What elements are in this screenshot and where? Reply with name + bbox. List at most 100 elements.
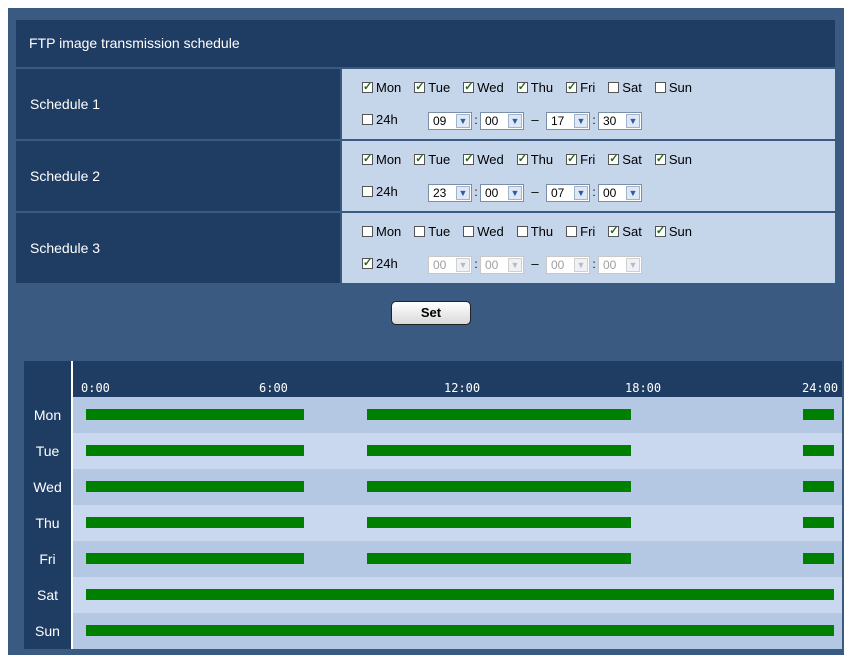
- day-checkbox-wed[interactable]: Wed: [463, 152, 504, 167]
- schedule-bar: [802, 409, 834, 420]
- checkbox[interactable]: [566, 152, 578, 165]
- day-checkbox-sat[interactable]: Sat: [608, 152, 642, 167]
- day-checkbox-thu[interactable]: Thu: [516, 224, 553, 239]
- day-checkbox-thu[interactable]: Thu: [516, 80, 553, 95]
- end-hour-select[interactable]: 07 ▼: [546, 184, 590, 202]
- day-checkbox-tue[interactable]: Tue: [414, 224, 450, 239]
- chevron-down-icon: ▼: [574, 258, 588, 272]
- end-hour-select[interactable]: 17 ▼: [546, 112, 590, 130]
- start-hour-select[interactable]: 23 ▼: [428, 184, 472, 202]
- schedule-timeline: 0:00 6:00 12:00 18:00 24:00 Mon Tue Wed Thu Fri S…: [24, 361, 842, 649]
- day-checkbox-tue[interactable]: Tue: [414, 80, 450, 95]
- timeline-tick-label: 0:00: [81, 381, 110, 395]
- end-minute-select[interactable]: 30 ▼: [598, 112, 642, 130]
- all-day-checkbox[interactable]: 24h: [362, 184, 428, 199]
- checkbox[interactable]: [608, 224, 620, 237]
- set-button[interactable]: Set: [391, 301, 471, 325]
- checkbox[interactable]: [654, 224, 666, 237]
- schedule-bar: [86, 553, 305, 564]
- timeline-tick-label: 18:00: [625, 381, 662, 395]
- checkbox[interactable]: [654, 152, 666, 165]
- schedule-bar: [366, 517, 632, 528]
- all-day-label: 24h: [376, 256, 398, 272]
- chevron-down-icon: ▼: [456, 258, 470, 272]
- all-day-checkbox[interactable]: 24h: [362, 112, 428, 127]
- all-day-label: 24h: [376, 184, 398, 200]
- schedule-bar: [366, 553, 632, 564]
- time-dash: –: [531, 256, 539, 272]
- schedule-bar: [86, 445, 305, 456]
- select-value: 00: [433, 258, 447, 272]
- checkbox[interactable]: [516, 80, 528, 93]
- schedule-bar: [86, 625, 834, 636]
- schedule-bar: [86, 409, 305, 420]
- timeline-tick-label: 24:00: [802, 381, 839, 395]
- checkbox[interactable]: [516, 226, 528, 237]
- timeline-header: [24, 361, 842, 397]
- checkbox[interactable]: [414, 152, 426, 165]
- timeline-tick-label: 12:00: [444, 381, 481, 395]
- checkbox[interactable]: [516, 152, 528, 165]
- day-checkbox-sun[interactable]: Sun: [654, 80, 692, 95]
- checkbox[interactable]: [566, 80, 578, 93]
- day-checkbox-sun[interactable]: Sun: [654, 152, 692, 167]
- day-checkbox-mon[interactable]: Mon: [362, 80, 401, 95]
- checkbox[interactable]: [463, 226, 475, 237]
- day-checkbox-sat[interactable]: Sat: [608, 224, 642, 239]
- checkbox[interactable]: [608, 152, 620, 165]
- day-checkbox-thu[interactable]: Thu: [516, 152, 554, 167]
- chevron-down-icon: ▼: [626, 258, 640, 272]
- day-checkbox-mon[interactable]: Mon: [362, 152, 401, 167]
- checkbox[interactable]: [414, 226, 426, 237]
- checkbox[interactable]: [362, 256, 373, 270]
- all-day-checkbox[interactable]: 24h: [362, 256, 428, 271]
- weekday-checkboxes: Mon Tue Wed Thu Fri Sat Sun: [362, 224, 705, 239]
- checkbox[interactable]: [362, 152, 373, 165]
- day-label: Mon: [376, 80, 402, 95]
- day-label: Mon: [376, 152, 402, 167]
- schedule-bar: [86, 517, 305, 528]
- time-colon: :: [592, 185, 596, 200]
- time-range: 24h 09 ▼:00 ▼ –17 ▼:30 ▼: [362, 112, 642, 130]
- checkbox[interactable]: [414, 80, 426, 93]
- checkbox[interactable]: [362, 226, 373, 237]
- timeline-row: [73, 613, 842, 649]
- day-label: Tue: [428, 80, 451, 95]
- chevron-down-icon: ▼: [456, 114, 470, 128]
- day-checkbox-sat[interactable]: Sat: [608, 80, 642, 95]
- checkbox[interactable]: [362, 80, 373, 93]
- checkbox[interactable]: [566, 226, 578, 237]
- chevron-down-icon: ▼: [508, 186, 522, 200]
- day-checkbox-fri[interactable]: Fri: [566, 80, 595, 95]
- timeline-row: [73, 541, 842, 577]
- day-label: Fri: [580, 152, 596, 167]
- day-checkbox-sun[interactable]: Sun: [654, 224, 692, 239]
- day-checkbox-tue[interactable]: Tue: [414, 152, 450, 167]
- day-label: Sun: [668, 152, 692, 167]
- end-minute-select: 00 ▼: [598, 256, 642, 274]
- end-minute-select[interactable]: 00 ▼: [598, 184, 642, 202]
- checkbox[interactable]: [608, 82, 620, 93]
- day-checkbox-mon[interactable]: Mon: [362, 224, 401, 239]
- timeline-row: [73, 433, 842, 469]
- checkbox[interactable]: [362, 186, 373, 198]
- checkbox[interactable]: [362, 114, 373, 126]
- day-checkbox-wed[interactable]: Wed: [463, 224, 504, 239]
- checkbox[interactable]: [463, 152, 475, 165]
- time-colon: :: [592, 113, 596, 128]
- timeline-day-label: Fri: [39, 551, 56, 567]
- day-checkbox-wed[interactable]: Wed: [463, 80, 504, 95]
- start-hour-select[interactable]: 09 ▼: [428, 112, 472, 130]
- start-minute-select[interactable]: 00 ▼: [480, 184, 524, 202]
- select-value: 07: [551, 186, 565, 200]
- timeline-day-label: Wed: [33, 479, 62, 495]
- checkbox[interactable]: [463, 80, 475, 93]
- day-checkbox-fri[interactable]: Fri: [566, 224, 595, 239]
- day-label: Thu: [530, 152, 554, 167]
- chevron-down-icon: ▼: [574, 114, 588, 128]
- checkbox[interactable]: [654, 82, 666, 93]
- day-checkbox-fri[interactable]: Fri: [566, 152, 595, 167]
- select-value: 00: [603, 258, 617, 272]
- select-value: 17: [551, 114, 565, 128]
- start-minute-select[interactable]: 00 ▼: [480, 112, 524, 130]
